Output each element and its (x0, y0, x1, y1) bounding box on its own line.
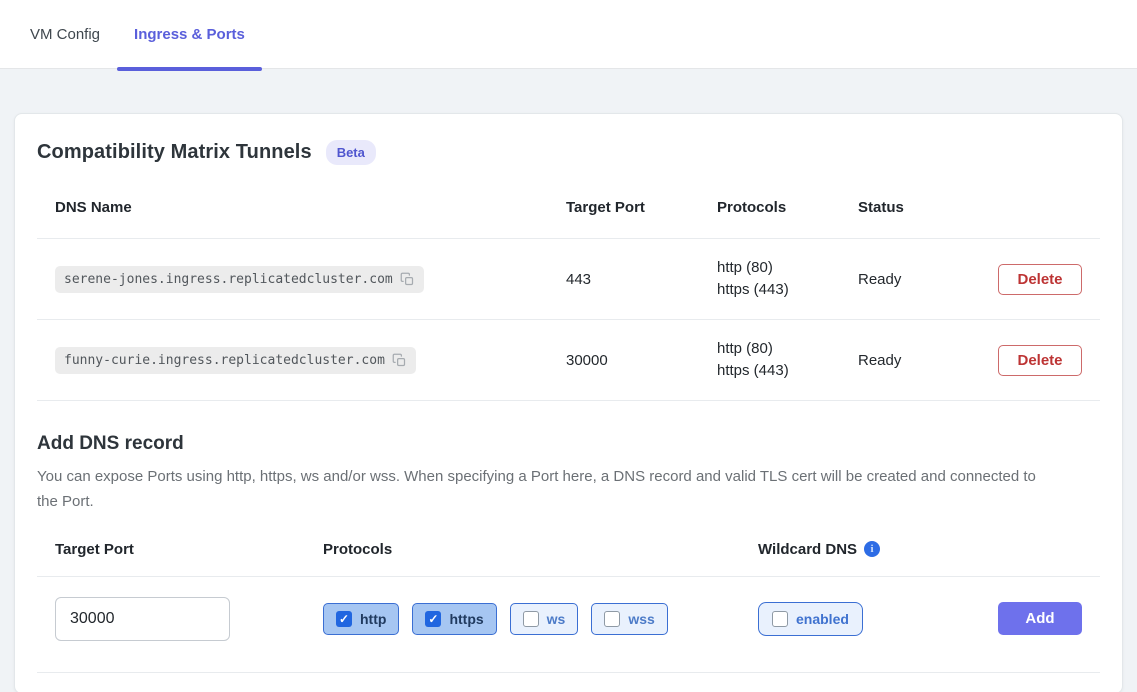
checkbox-checked-icon: ✓ (336, 611, 352, 627)
protocol-line: https (443) (717, 360, 858, 382)
form-header-target-port: Target Port (55, 541, 323, 558)
add-dns-title: Add DNS record (37, 433, 1100, 455)
divider (37, 672, 1100, 673)
dns-name-text: serene-jones.ingress.replicatedcluster.c… (64, 272, 393, 287)
tab-bar: VM Config Ingress & Ports (0, 0, 1137, 69)
checkbox-unchecked-icon (772, 611, 788, 627)
card-header: Compatibility Matrix Tunnels Beta (37, 140, 1100, 165)
checkbox-wss[interactable]: wss (591, 603, 667, 635)
add-dns-description: You can expose Ports using http, https, … (37, 465, 1052, 515)
copy-icon[interactable] (392, 353, 407, 368)
checkbox-unchecked-icon (523, 611, 539, 627)
info-icon[interactable]: i (864, 541, 880, 557)
checkbox-wildcard-enabled[interactable]: enabled (758, 602, 863, 636)
checkbox-label: https (449, 611, 483, 627)
table-row: funny-curie.ingress.replicatedcluster.co… (37, 320, 1100, 400)
delete-button[interactable]: Delete (998, 345, 1082, 376)
add-button[interactable]: Add (998, 602, 1082, 635)
checkbox-ws[interactable]: ws (510, 603, 579, 635)
tab-ingress-ports[interactable]: Ingress & Ports (117, 0, 262, 69)
add-dns-form-row: ✓ http ✓ https ws wss (37, 577, 1100, 657)
delete-button[interactable]: Delete (998, 264, 1082, 295)
divider (37, 400, 1100, 401)
form-header-row: Target Port Protocols Wildcard DNS i (37, 541, 1100, 576)
form-header-protocols: Protocols (323, 541, 758, 558)
tunnels-card: Compatibility Matrix Tunnels Beta DNS Na… (14, 113, 1123, 692)
target-port-value: 443 (566, 271, 717, 288)
protocol-line: http (80) (717, 338, 858, 360)
card-title: Compatibility Matrix Tunnels (37, 141, 312, 164)
checkbox-label: enabled (796, 611, 849, 627)
tab-vm-config[interactable]: VM Config (13, 0, 117, 69)
form-header-wildcard-dns: Wildcard DNS (758, 541, 857, 558)
checkbox-label: wss (628, 611, 654, 627)
checkbox-label: ws (547, 611, 566, 627)
protocol-line: https (443) (717, 279, 858, 301)
protocol-line: http (80) (717, 257, 858, 279)
copy-icon[interactable] (400, 272, 415, 287)
protocol-checkbox-group: ✓ http ✓ https ws wss (323, 603, 758, 635)
checkbox-http[interactable]: ✓ http (323, 603, 399, 635)
table-row: serene-jones.ingress.replicatedcluster.c… (37, 239, 1100, 319)
col-header-status: Status (858, 199, 997, 216)
col-header-protocols: Protocols (717, 199, 858, 216)
target-port-value: 30000 (566, 352, 717, 369)
page-body: Compatibility Matrix Tunnels Beta DNS Na… (0, 69, 1137, 692)
status-value: Ready (858, 271, 997, 288)
dns-name-text: funny-curie.ingress.replicatedcluster.co… (64, 353, 385, 368)
checkbox-https[interactable]: ✓ https (412, 603, 496, 635)
table-header-row: DNS Name Target Port Protocols Status (37, 179, 1100, 238)
status-value: Ready (858, 352, 997, 369)
dns-name-pill: serene-jones.ingress.replicatedcluster.c… (55, 266, 424, 293)
dns-name-pill: funny-curie.ingress.replicatedcluster.co… (55, 347, 416, 374)
checkbox-checked-icon: ✓ (425, 611, 441, 627)
col-header-dns-name: DNS Name (55, 199, 566, 216)
beta-badge: Beta (326, 140, 376, 165)
col-header-target-port: Target Port (566, 199, 717, 216)
checkbox-unchecked-icon (604, 611, 620, 627)
checkbox-label: http (360, 611, 386, 627)
target-port-input[interactable] (55, 597, 230, 641)
